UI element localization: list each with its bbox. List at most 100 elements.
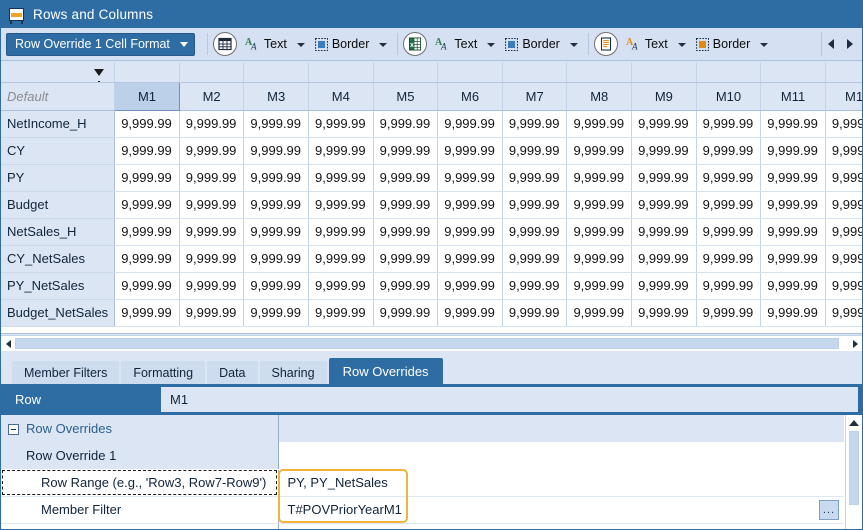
report-grid[interactable]: DefaultM1M2M3M4M5M6M7M8M9M10M11M12NetInc… — [1, 62, 862, 334]
table-row[interactable]: PY 9,999.99 9,999.99 9,999.99 9,999.99 9,999.… — [1, 164, 862, 192]
property-value-cell[interactable]: PY, PY_NetSales — [278, 469, 844, 497]
grid-cell[interactable]: 9,999.99 — [179, 191, 245, 219]
grid-cell[interactable]: 9,999.99 — [179, 299, 245, 327]
grid-cell[interactable]: 9,999.99 — [243, 245, 310, 273]
grid-cell[interactable]: 9,999.99 — [825, 110, 862, 138]
report-border-button[interactable]: Border — [693, 31, 754, 57]
grid-cell[interactable]: 9,999.99 — [373, 218, 439, 246]
grid-cell[interactable]: 9,999.99 — [437, 191, 503, 219]
grid-cell[interactable]: 9,999.99 — [308, 299, 374, 327]
grid-cell[interactable]: 9,999.99 — [696, 299, 762, 327]
row-label[interactable]: CY_NetSales — [1, 245, 116, 273]
column-header-m7[interactable]: M7 — [502, 82, 568, 111]
property-row[interactable]: Row Range (e.g., 'Row3, Row7-Row9') PY, P… — [1, 469, 844, 497]
grid-cell[interactable]: 9,999.99 — [502, 137, 568, 165]
grid-cell[interactable]: 9,999.99 — [631, 245, 697, 273]
grid-cell[interactable]: 9,999.99 — [179, 272, 245, 300]
grid-cell[interactable]: 9,999.99 — [631, 218, 697, 246]
grid-cell[interactable]: 9,999.99 — [566, 218, 633, 246]
excel-text-dropdown-icon[interactable] — [487, 43, 496, 47]
row-label[interactable]: Budget_NetSales — [1, 299, 116, 327]
excel-border-dropdown-icon[interactable] — [569, 43, 578, 47]
grid-cell[interactable]: 9,999.99 — [566, 110, 633, 138]
collapse-minus-icon[interactable] — [8, 424, 19, 436]
grid-cell[interactable]: 9,999.99 — [243, 164, 310, 192]
row-label[interactable]: NetSales_H — [1, 218, 116, 246]
grid-horizontal-scrollbar[interactable] — [1, 335, 862, 351]
column-header-m2[interactable]: M2 — [179, 82, 245, 111]
filter-cell[interactable] — [696, 62, 762, 83]
grid-cell[interactable]: 9,999.99 — [502, 299, 568, 327]
excel-border-button[interactable]: Border — [502, 31, 563, 57]
grid-cell[interactable]: 9,999.99 — [179, 110, 245, 138]
grid-cell[interactable]: 9,999.99 — [437, 245, 503, 273]
grid-cell[interactable]: 9,999.99 — [308, 110, 374, 138]
grid-cell[interactable]: 9,999.99 — [825, 272, 862, 300]
hscroll-track[interactable] — [15, 336, 848, 352]
row-label[interactable]: PY_NetSales — [1, 272, 116, 300]
table-row[interactable]: PY_NetSales 9,999.99 9,999.99 9,999.99 9,999… — [1, 272, 862, 300]
column-header-m9[interactable]: M9 — [631, 82, 697, 111]
grid-cell[interactable]: 9,999.99 — [308, 164, 374, 192]
grid-cell[interactable]: 9,999.99 — [179, 245, 245, 273]
grid-cell[interactable]: 9,999.99 — [631, 191, 697, 219]
grid-cell[interactable]: 9,999.99 — [308, 218, 374, 246]
property-name[interactable]: Row Range (e.g., 'Row3, Row7-Row9') — [1, 469, 279, 497]
tab-row-overrides[interactable]: Row Overrides — [328, 358, 443, 384]
grid-cell[interactable]: 9,999.99 — [696, 218, 762, 246]
table-row[interactable]: NetIncome_H 9,999.99 9,999.99 9,999.99 9,999… — [1, 110, 862, 138]
filter-cell[interactable] — [243, 62, 310, 83]
grid-cell[interactable]: 9,999.99 — [437, 299, 503, 327]
filter-cell[interactable] — [114, 62, 180, 83]
grid-cell[interactable]: 9,999.99 — [825, 137, 862, 165]
grid-cell[interactable]: 9,999.99 — [825, 218, 862, 246]
grid-cell[interactable]: 9,999.99 — [696, 245, 762, 273]
filter-cell[interactable] — [825, 62, 862, 83]
grid-cell[interactable]: 9,999.99 — [631, 299, 697, 327]
grid-cell[interactable]: 9,999.99 — [308, 137, 374, 165]
grid-cell[interactable]: 9,999.99 — [243, 110, 310, 138]
grid-cell[interactable]: 9,999.99 — [243, 299, 310, 327]
property-group-row[interactable]: Row Overrides — [1, 415, 844, 442]
column-header-m3[interactable]: M3 — [243, 82, 310, 111]
cell-border-dropdown-icon[interactable] — [379, 43, 388, 47]
grid-cell[interactable]: 9,999.99 — [760, 299, 826, 327]
grid-cell[interactable]: 9,999.99 — [566, 272, 633, 300]
grid-cell[interactable]: 9,999.99 — [825, 191, 862, 219]
grid-cell[interactable]: 9,999.99 — [502, 164, 568, 192]
table-row[interactable]: CY_NetSales 9,999.99 9,999.99 9,999.99 9,999… — [1, 245, 862, 273]
grid-cell[interactable]: 9,999.99 — [760, 137, 826, 165]
tab-member-filters[interactable]: Member Filters — [12, 361, 120, 384]
filter-cell[interactable] — [373, 62, 439, 83]
grid-cell[interactable]: 9,999.99 — [243, 137, 310, 165]
grid-cell[interactable]: 9,999.99 — [114, 137, 180, 165]
row-label[interactable]: Budget — [1, 191, 116, 219]
scroll-up-icon[interactable] — [846, 415, 862, 430]
hscroll-thumb[interactable] — [15, 337, 839, 349]
column-header-m6[interactable]: M6 — [437, 82, 503, 111]
cell-format-selector[interactable]: Row Override 1 Cell Format — [6, 32, 195, 56]
row-label[interactable]: PY — [1, 164, 116, 192]
excel-sheet-icon[interactable]: x — [403, 32, 428, 56]
nav-right-icon[interactable] — [846, 39, 853, 49]
report-text-dropdown-icon[interactable] — [677, 43, 686, 47]
row-label[interactable]: NetIncome_H — [1, 110, 116, 138]
grid-cell[interactable]: 9,999.99 — [502, 272, 568, 300]
grid-cell[interactable]: 9,999.99 — [437, 110, 503, 138]
tab-formatting[interactable]: Formatting — [121, 361, 206, 384]
grid-cell[interactable]: 9,999.99 — [373, 299, 439, 327]
grid-cell[interactable]: 9,999.99 — [243, 272, 310, 300]
grid-cell[interactable]: 9,999.99 — [825, 245, 862, 273]
filter-cell[interactable] — [760, 62, 826, 83]
grid-cell[interactable]: 9,999.99 — [502, 191, 568, 219]
grid-cell[interactable]: 9,999.99 — [373, 245, 439, 273]
grid-cell[interactable]: 9,999.99 — [760, 191, 826, 219]
grid-cell[interactable]: 9,999.99 — [114, 110, 180, 138]
grid-cell[interactable]: 9,999.99 — [696, 272, 762, 300]
grid-cell[interactable]: 9,999.99 — [502, 245, 568, 273]
grid-cell[interactable]: 9,999.99 — [114, 164, 180, 192]
cell-text-dropdown-icon[interactable] — [296, 43, 305, 47]
column-header-m4[interactable]: M4 — [308, 82, 374, 111]
grid-cell[interactable]: 9,999.99 — [566, 299, 633, 327]
grid-cell[interactable]: 9,999.99 — [696, 137, 762, 165]
